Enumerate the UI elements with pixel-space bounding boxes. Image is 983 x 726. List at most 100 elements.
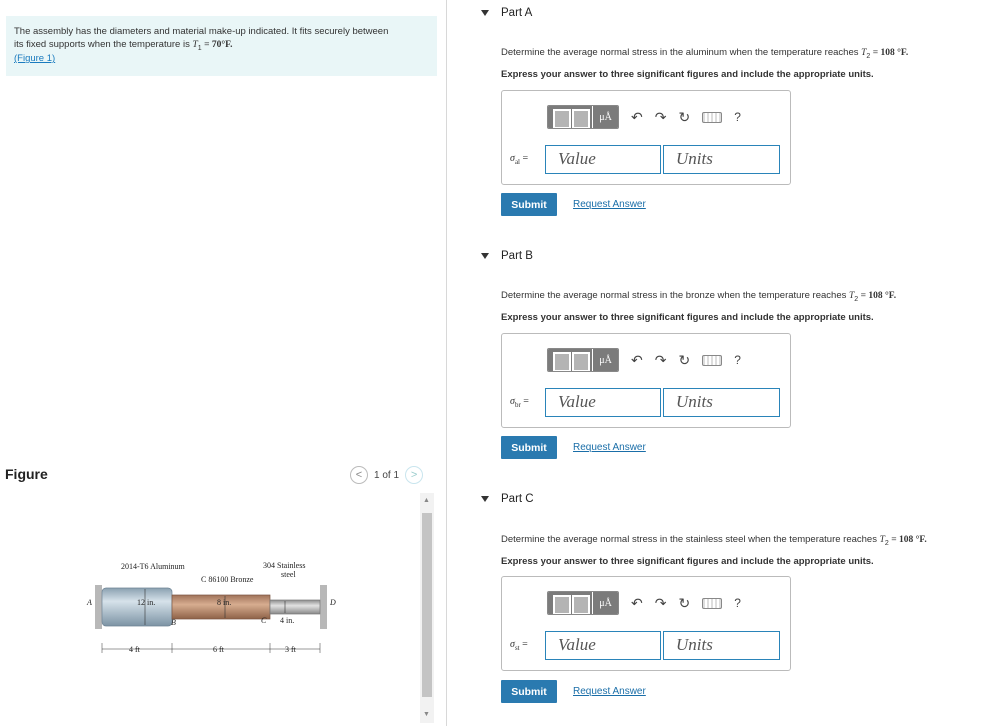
label-len-al: 4 ft [129,645,141,654]
part-a-input-row: σal = Value Units [510,145,780,174]
math-toolbar: μÅ ↶ ↷ ↻ ? [547,591,741,615]
scroll-thumb[interactable] [422,513,432,697]
figure-pager: < 1 of 1 > [350,466,424,484]
part-a-question: Determine the average normal stress in t… [501,47,908,60]
sigma-br-label: σbr = [510,396,545,409]
left-panel: The assembly has the diameters and mater… [0,0,445,726]
sigma-st-label: σst = [510,639,545,652]
part-c-title: Part C [501,493,534,505]
units-input[interactable]: Units [663,631,780,660]
aluminum-segment [101,587,173,627]
help-button[interactable]: ? [734,596,741,610]
label-d-al: 12 in. [137,598,155,607]
math-toolbar: μÅ ↶ ↷ ↻ ? [547,105,741,129]
next-figure-button[interactable]: > [405,466,424,484]
part-c-submit-button[interactable]: Submit [501,680,557,703]
templates-button[interactable] [548,349,592,371]
units-button[interactable]: μÅ [592,592,618,614]
units-button[interactable]: μÅ [592,106,618,128]
templates-button[interactable] [548,106,592,128]
value-input[interactable]: Value [545,145,661,174]
reset-icon[interactable]: ↻ [678,352,690,369]
chevron-right-icon: > [410,469,418,481]
redo-icon[interactable]: ↷ [655,595,667,612]
sigma-sub: br [514,401,521,409]
part-b-question: Determine the average normal stress in t… [501,290,896,303]
collapse-triangle-icon [481,253,489,259]
part-c-header[interactable]: Part C [481,493,534,505]
part-b-input-row: σbr = Value Units [510,388,780,417]
figure-link[interactable]: (Figure 1) [14,53,55,64]
help-button[interactable]: ? [734,110,741,124]
sigma-sub: al [514,158,520,166]
part-c-question: Determine the average normal stress in t… [501,534,927,547]
help-button[interactable]: ? [734,353,741,367]
chevron-left-icon: < [355,469,363,481]
label-len-st: 3 ft [285,645,297,654]
units-input[interactable]: Units [663,388,780,417]
templates-button[interactable] [548,592,592,614]
pager-text: 1 of 1 [374,469,400,481]
part-c-instruction: Express your answer to three significant… [501,556,874,567]
panel-divider [446,0,447,726]
figure-heading: Figure [5,466,48,482]
part-c-answer-box: μÅ ↶ ↷ ↻ ? σst = Value Units [501,576,791,671]
template-tool-group: μÅ [547,105,619,129]
sigma-sub: st [514,644,520,652]
assembly-drawing: 2014-T6 Aluminum C 86100 Bronze 304 Stai… [86,561,336,654]
label-aluminum: 2014-T6 Aluminum [121,562,186,571]
units-input[interactable]: Units [663,145,780,174]
part-b-request-answer-link[interactable]: Request Answer [573,442,646,453]
label-point-a: A [86,598,92,607]
label-bronze: C 86100 Bronze [201,575,254,584]
figure-scrollbar[interactable]: ▲ ▼ [420,493,434,723]
part-a-submit-button[interactable]: Submit [501,193,557,216]
label-d-br: 8 in. [217,598,231,607]
label-point-b: B [171,618,176,627]
scroll-up-icon[interactable]: ▲ [423,497,430,504]
t2-value: = 108 °F. [858,291,897,301]
part-a-request-answer-link[interactable]: Request Answer [573,199,646,210]
part-a-title: Part A [501,7,533,19]
intro-line-1: The assembly has the diameters and mater… [14,26,389,37]
collapse-triangle-icon [481,10,489,16]
part-b-title: Part B [501,250,533,262]
part-a-header[interactable]: Part A [481,7,532,19]
reset-icon[interactable]: ↻ [678,109,690,126]
part-a-instruction: Express your answer to three significant… [501,69,874,80]
keyboard-icon[interactable] [702,111,723,123]
value-input[interactable]: Value [545,631,661,660]
template-tool-group: μÅ [547,348,619,372]
scroll-down-icon[interactable]: ▼ [423,711,430,718]
part-a-answer-box: μÅ ↶ ↷ ↻ ? σal = Value Units [501,90,791,185]
part-b-answer-box: μÅ ↶ ↷ ↻ ? σbr = Value Units [501,333,791,428]
part-c-request-answer-link[interactable]: Request Answer [573,686,646,697]
intro-line-2: its fixed supports when the temperature … [14,39,429,53]
units-button[interactable]: μÅ [592,349,618,371]
label-steel-1: 304 Stainless [263,561,305,570]
t1-value: = 70°F. [201,39,233,50]
redo-icon[interactable]: ↷ [655,109,667,126]
steel-segment [269,599,321,615]
t2-value: = 108 °F. [888,535,927,545]
part-b-header[interactable]: Part B [481,250,533,262]
part-b-submit-button[interactable]: Submit [501,436,557,459]
undo-icon[interactable]: ↶ [631,109,643,126]
value-input[interactable]: Value [545,388,661,417]
keyboard-icon[interactable] [702,354,723,366]
label-len-br: 6 ft [213,645,225,654]
keyboard-icon[interactable] [702,597,723,609]
label-point-c: C [261,616,267,625]
assembly-figure: 2014-T6 Aluminum C 86100 Bronze 304 Stai… [85,555,345,660]
intro-line-2-prefix: its fixed supports when the temperature … [14,38,193,50]
part-c-question-text: Determine the average normal stress in t… [501,534,880,545]
undo-icon[interactable]: ↶ [631,595,643,612]
t2-value: = 108 °F. [870,48,909,58]
template-tool-group: μÅ [547,591,619,615]
prev-figure-button[interactable]: < [350,466,368,484]
reset-icon[interactable]: ↻ [678,595,690,612]
part-a-question-text: Determine the average normal stress in t… [501,47,862,58]
math-toolbar: μÅ ↶ ↷ ↻ ? [547,348,741,372]
redo-icon[interactable]: ↷ [655,352,667,369]
undo-icon[interactable]: ↶ [631,352,643,369]
